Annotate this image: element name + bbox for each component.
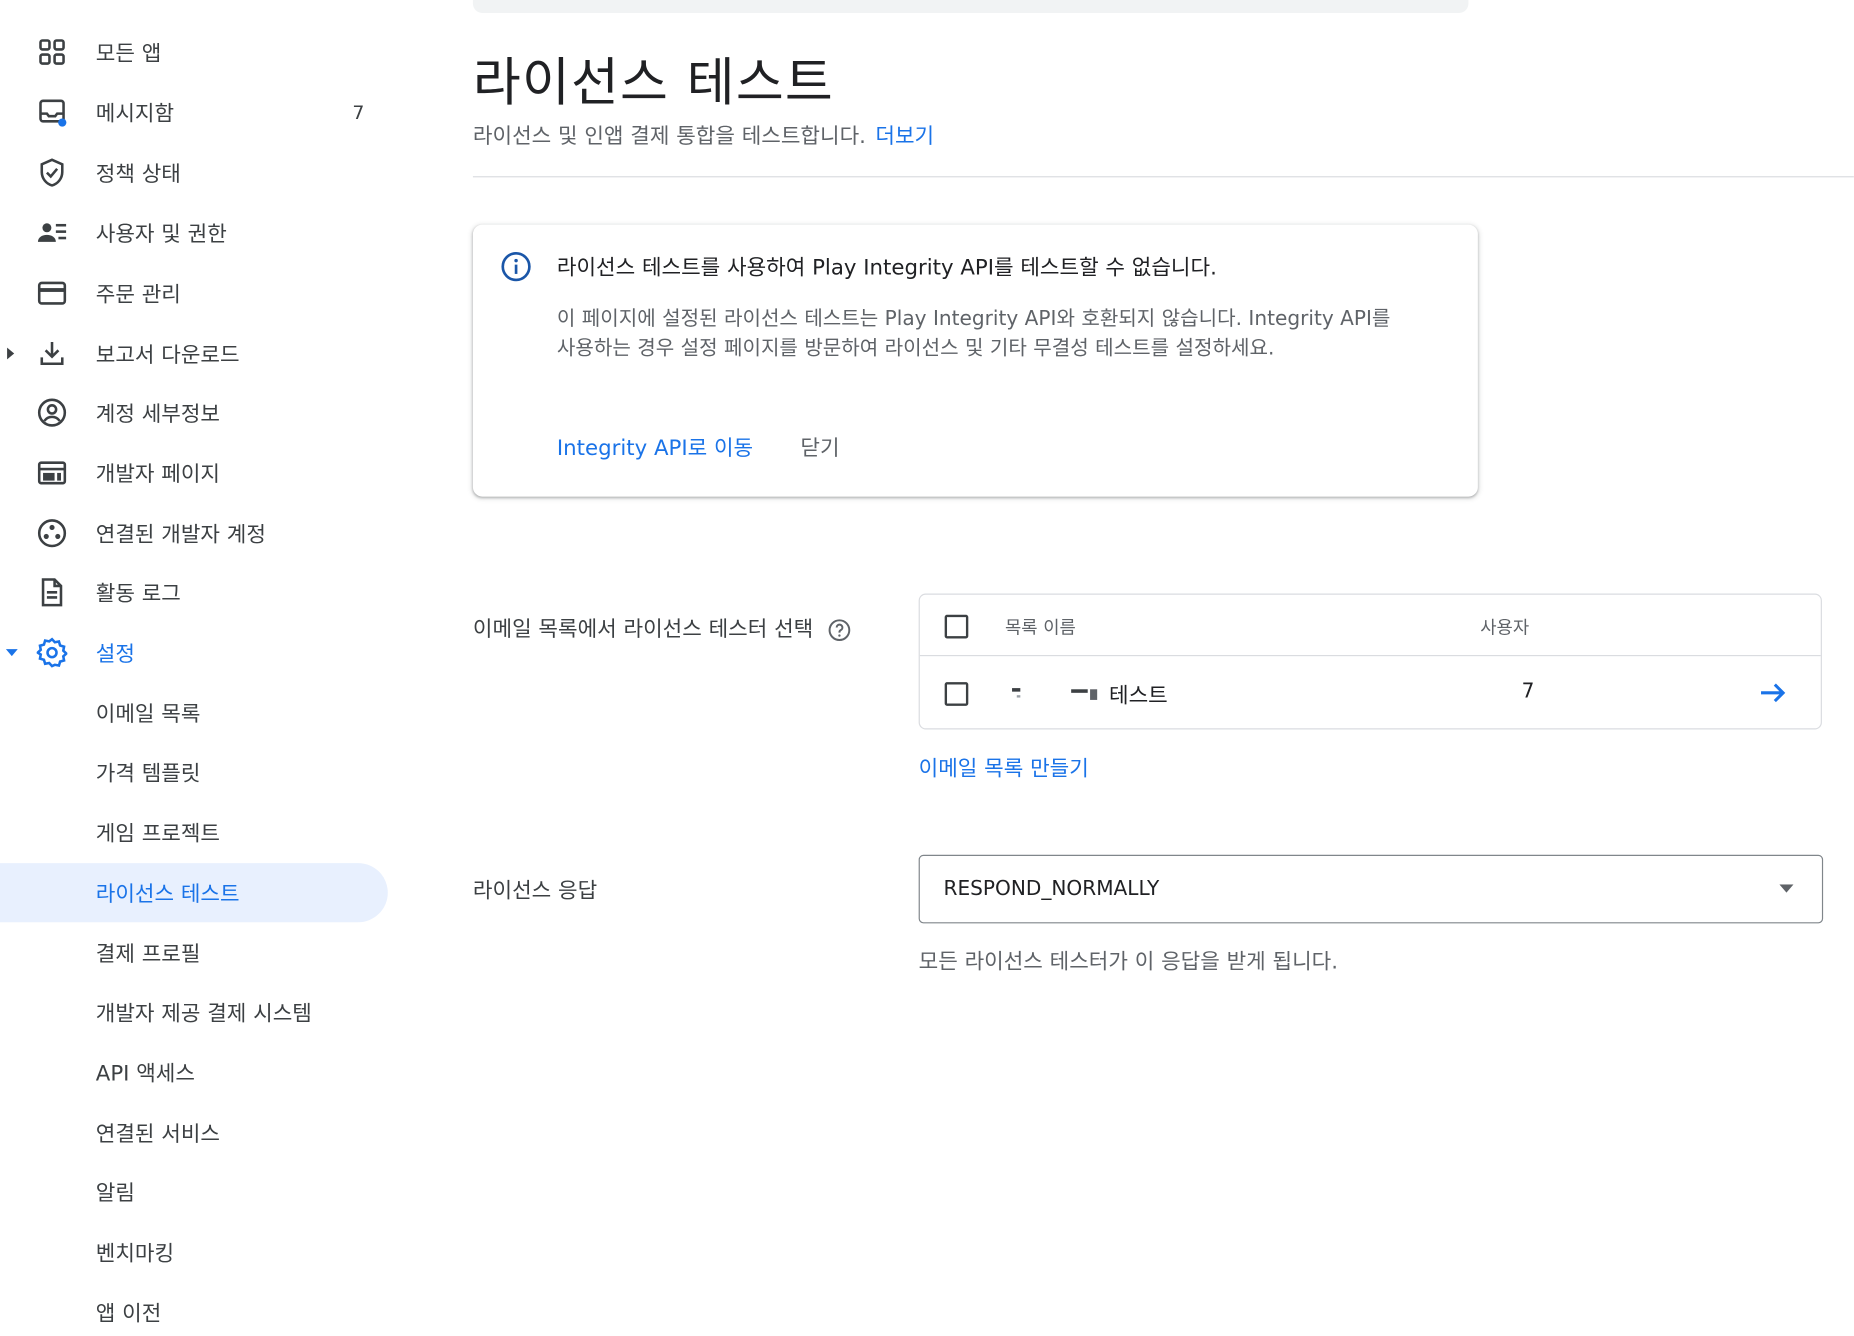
header-divider	[472, 176, 1854, 178]
sidebar-item-linked-developer-accounts[interactable]: 연결된 개발자 계정	[0, 504, 388, 563]
sidebar-item-label: 주문 관리	[95, 282, 181, 308]
sidebar-item-label: 연결된 개발자 계정	[95, 522, 266, 548]
arrow-right-icon[interactable]	[1757, 676, 1790, 709]
credit-card-icon	[37, 278, 68, 309]
sidebar-item-label: 정책 상태	[95, 161, 181, 187]
sidebar-item-account-details[interactable]: 계정 세부정보	[0, 383, 388, 442]
page-subtitle: 라이선스 및 인앱 결제 통합을 테스트합니다. 더보기	[473, 119, 934, 150]
help-icon[interactable]	[827, 618, 851, 642]
create-email-list-link[interactable]: 이메일 목록 만들기	[919, 752, 1089, 783]
sidebar-item-label: 모든 앱	[95, 41, 162, 67]
sidebar-item-policy-status[interactable]: 정책 상태	[0, 143, 388, 202]
redacted-name-mark	[1012, 688, 1098, 700]
sidebar-item-label: 개발자 페이지	[95, 462, 221, 488]
sidebar-item-all-apps[interactable]: 모든 앱	[0, 22, 388, 81]
sidebar-subitem-label: 벤치마킹	[95, 1241, 175, 1267]
gear-icon	[36, 637, 68, 668]
document-icon	[37, 577, 68, 608]
sidebar-item-developer-page[interactable]: 개발자 페이지	[0, 443, 388, 502]
sidebar-subitem-notifications[interactable]: 알림	[0, 1162, 388, 1221]
sidebar-subitem-label: 이메일 목록	[95, 702, 201, 728]
sidebar-subitem-benchmarking[interactable]: 벤치마킹	[0, 1222, 388, 1281]
sidebar-subitem-label: 결제 프로필	[95, 942, 201, 968]
select-all-checkbox[interactable]	[944, 614, 969, 639]
inbox-count-badge: 7	[352, 101, 365, 124]
selected-value: RESPOND_NORMALLY	[943, 877, 1160, 901]
info-card-body: 이 페이지에 설정된 라이선스 테스트는 Play Integrity API와…	[556, 307, 1391, 361]
email-list-label-text: 이메일 목록에서 라이선스 테스터 선택	[472, 617, 814, 642]
grid-icon	[37, 37, 68, 68]
info-icon	[501, 251, 531, 282]
sidebar-item-label: 계정 세부정보	[95, 401, 221, 427]
row-checkbox[interactable]	[944, 682, 969, 706]
sidebar-subitem-label: 라이선스 테스트	[95, 881, 240, 907]
page-title: 라이선스 테스트	[472, 53, 834, 114]
sidebar-item-label: 활동 로그	[95, 581, 181, 607]
sidebar-item-label: 보고서 다운로드	[95, 342, 240, 368]
sidebar-subitem-label: API 액세스	[95, 1061, 195, 1087]
sidebar-subitem-label: 알림	[95, 1181, 135, 1206]
sidebar-subitem-api-access[interactable]: API 액세스	[0, 1043, 388, 1102]
sidebar-item-label: 메시지함	[95, 101, 175, 127]
sidebar-subitem-email-lists[interactable]: 이메일 목록	[0, 683, 388, 742]
column-header-users: 사용자	[1480, 617, 1530, 639]
license-response-helper: 모든 라이선스 테스터가 이 응답을 받게 됩니다.	[918, 949, 1339, 975]
learn-more-link[interactable]: 더보기	[875, 124, 934, 149]
linked-accounts-icon	[37, 518, 68, 549]
column-header-list-name: 목록 이름	[1004, 617, 1076, 639]
sidebar-subitem-label: 개발자 제공 결제 시스템	[95, 1001, 312, 1027]
integrity-info-card: 라이선스 테스트를 사용하여 Play Integrity API를 테스트할 …	[472, 224, 1478, 497]
sidebar-subitem-license-testing[interactable]: 라이선스 테스트	[0, 863, 388, 923]
download-icon	[37, 338, 68, 369]
sidebar-item-users-permissions[interactable]: 사용자 및 권한	[0, 203, 388, 262]
sidebar-subitem-label: 게임 프로젝트	[95, 821, 221, 847]
info-card-title: 라이선스 테스트를 사용하여 Play Integrity API를 테스트할 …	[556, 255, 1217, 281]
sidebar-item-order-management[interactable]: 주문 관리	[0, 264, 388, 323]
dropdown-arrow-icon	[1779, 884, 1794, 893]
table-row[interactable]: 테스트 7	[920, 657, 1821, 729]
sidebar-item-label: 설정	[95, 641, 135, 667]
account-circle-icon	[37, 397, 68, 428]
list-name-cell: 테스트	[1005, 679, 1168, 710]
sidebar-subitem-app-transfer[interactable]: 앱 이전	[0, 1283, 388, 1336]
sidebar-item-inbox[interactable]: 메시지함 7	[0, 83, 388, 142]
sidebar-subitem-linked-services[interactable]: 연결된 서비스	[0, 1103, 388, 1162]
email-list-table: 목록 이름 사용자 테스트 7	[918, 593, 1822, 730]
sidebar-subitem-label: 앱 이전	[95, 1301, 162, 1327]
top-bar-edge	[472, 0, 1469, 14]
sidebar-subitem-pricing-templates[interactable]: 가격 템플릿	[0, 742, 388, 801]
people-list-icon	[37, 218, 68, 249]
sidebar-subitem-label: 연결된 서비스	[95, 1122, 221, 1147]
caret-down-icon[interactable]	[5, 647, 19, 659]
email-list-section-label: 이메일 목록에서 라이선스 테스터 선택	[473, 612, 851, 643]
dismiss-button[interactable]: 닫기	[800, 432, 839, 463]
list-name-text: 테스트	[1108, 683, 1168, 709]
table-header: 목록 이름 사용자	[919, 595, 1821, 657]
sidebar-subitem-alternative-billing[interactable]: 개발자 제공 결제 시스템	[0, 982, 388, 1041]
inbox-icon	[37, 97, 68, 128]
sidebar-subitem-payments-profile[interactable]: 결제 프로필	[0, 923, 388, 982]
sidebar-item-label: 사용자 및 권한	[95, 222, 227, 248]
sidebar-item-activity-log[interactable]: 활동 로그	[0, 563, 388, 622]
go-to-integrity-api-link[interactable]: Integrity API로 이동	[557, 432, 753, 463]
web-page-icon	[37, 458, 68, 489]
sidebar-nav: 모든 앱 메시지함 7 정책 상태 사용자 및 권한 주문 관리 보고서 다운로…	[0, 0, 390, 1336]
sidebar-item-settings[interactable]: 설정	[0, 623, 388, 682]
page-subtitle-text: 라이선스 및 인앱 결제 통합을 테스트합니다.	[472, 124, 866, 149]
sidebar-item-download-reports[interactable]: 보고서 다운로드	[0, 324, 388, 383]
shield-check-icon	[37, 157, 68, 188]
license-response-select[interactable]: RESPOND_NORMALLY	[918, 854, 1824, 924]
caret-right-icon[interactable]	[5, 346, 17, 360]
user-count-cell: 7	[1521, 679, 1535, 704]
license-response-label: 라이선스 응답	[472, 878, 598, 904]
sidebar-subitem-game-projects[interactable]: 게임 프로젝트	[0, 803, 388, 862]
sidebar-subitem-label: 가격 템플릿	[95, 761, 201, 787]
